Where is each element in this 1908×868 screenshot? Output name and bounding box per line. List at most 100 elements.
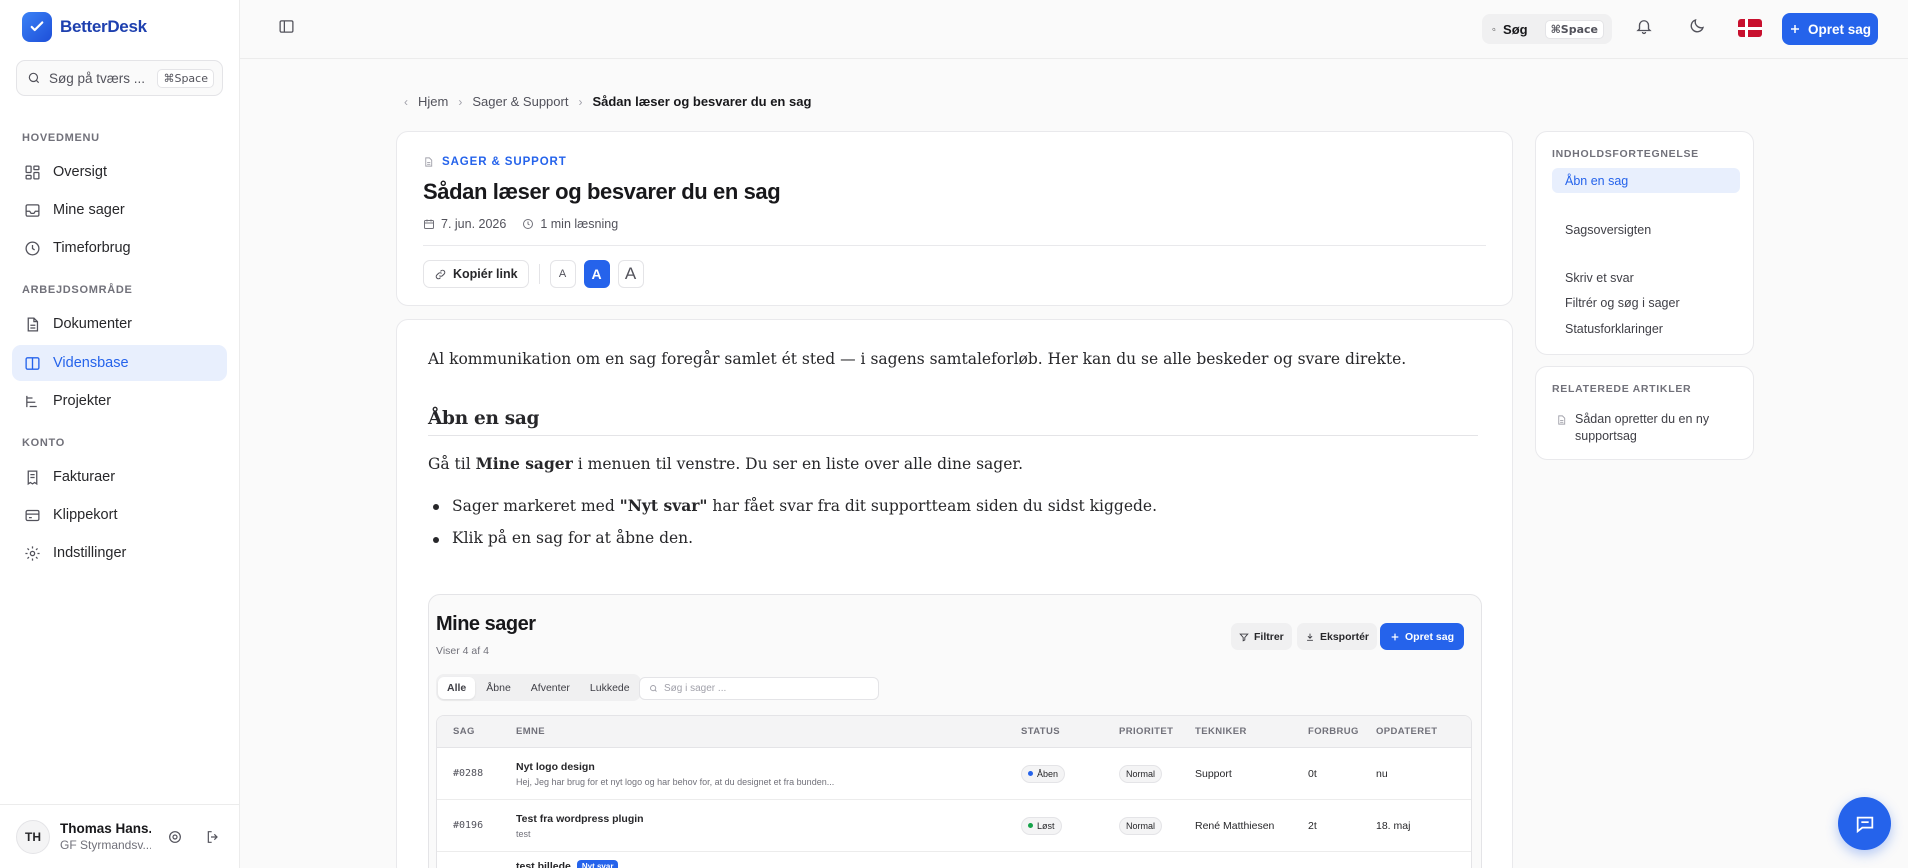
top-search-shortcut: ⌘Space	[1544, 19, 1604, 39]
list-text: Sager markeret med	[452, 497, 620, 515]
font-size-medium-button[interactable]: A	[583, 260, 610, 288]
status-badge: Løst	[1021, 816, 1062, 835]
sidebar-item-projekter[interactable]: Projekter	[12, 383, 227, 419]
embedded-export-label: Eksportér	[1320, 630, 1370, 643]
article-read-time: 1 min læsning	[540, 217, 619, 231]
sidebar-item-label: Timeforbrug	[53, 240, 131, 256]
logout-button[interactable]	[199, 823, 227, 851]
toc-item[interactable]: Åbn en sag	[1552, 168, 1740, 193]
font-size-small-button[interactable]: A	[549, 260, 576, 288]
calendar-icon	[424, 219, 434, 229]
column-header: PRIORITET	[1119, 726, 1174, 737]
sidebar: BetterDesk Søg på tværs ... ⌘Space HOVED…	[0, 0, 240, 868]
paragraph-text: i menuen til venstre. Du ser en liste ov…	[572, 455, 1023, 473]
sidebar-item-mine-sager[interactable]: Mine sager	[12, 192, 227, 228]
danish-flag-icon[interactable]	[1738, 19, 1762, 37]
search-shortcut: ⌘Space	[157, 68, 214, 88]
article-category-label: SAGER & SUPPORT	[442, 156, 567, 168]
toc-item[interactable]: Sagsoversigten	[1552, 217, 1740, 242]
breadcrumb-current: Sådan læser og besvarer du en sag	[592, 94, 812, 109]
theme-toggle-button[interactable]	[1688, 17, 1706, 40]
table-row: #0288 Nyt logo design Hej, Jeg har brug …	[437, 748, 1471, 800]
top-search-button[interactable]: Søg ⌘Space	[1482, 14, 1612, 44]
column-header: FORBRUG	[1308, 726, 1359, 737]
case-subject: test billede	[516, 859, 571, 868]
notifications-button[interactable]	[1635, 17, 1653, 40]
case-subject: Nyt logo design	[516, 760, 595, 773]
embedded-create-button: Opret sag	[1380, 623, 1465, 650]
create-case-button[interactable]: Opret sag	[1782, 13, 1878, 45]
brand-name: BetterDesk	[60, 17, 147, 36]
download-icon	[1307, 633, 1313, 641]
search-placeholder: Søg på tværs ...	[49, 70, 146, 86]
breadcrumb-section[interactable]: Sager & Support	[472, 94, 568, 109]
sidebar-item-label: Vidensbase	[53, 355, 129, 371]
embedded-tab: Afventer	[530, 681, 570, 694]
brand[interactable]: BetterDesk	[22, 12, 147, 42]
book-icon	[25, 356, 40, 370]
card-icon	[25, 509, 40, 521]
article-paragraph: Gå til Mine sager i menuen til venstre. …	[428, 454, 1478, 473]
link-icon	[435, 269, 446, 279]
sidebar-item-indstillinger[interactable]: Indstillinger	[12, 535, 227, 571]
sidebar-item-dokumenter[interactable]: Dokumenter	[12, 306, 227, 342]
article-header-card: SAGER & SUPPORT Sådan læser og besvarer …	[396, 131, 1513, 306]
invoice-icon	[27, 469, 38, 485]
gear-icon	[25, 545, 40, 561]
column-header: STATUS	[1021, 726, 1060, 737]
related-article-title: Sådan opretter du en ny supportsag	[1575, 412, 1710, 443]
embedded-search-placeholder: Søg i sager ...	[664, 683, 727, 694]
search-icon	[650, 685, 657, 692]
clock-icon	[25, 240, 40, 256]
toc-item[interactable]: Statusforklaringer	[1552, 316, 1740, 341]
sidebar-item-vidensbase[interactable]: Vidensbase	[12, 345, 227, 381]
sidebar-item-fakturaer[interactable]: Fakturaer	[12, 459, 227, 495]
copy-link-button[interactable]: Kopiér link	[423, 260, 529, 288]
plus-icon	[1790, 25, 1799, 33]
article-body: Al kommunikation om en sag foregår samle…	[396, 319, 1513, 868]
search-icon	[28, 72, 40, 84]
user-profile: TH Thomas Hans... GF Styrmandsv...	[0, 804, 239, 868]
document-icon	[1558, 415, 1566, 425]
copy-link-label: Kopiér link	[453, 267, 518, 281]
projects-icon	[26, 395, 37, 407]
embedded-tab: Alle	[438, 676, 476, 699]
topbar: Søg ⌘Space Opret sag	[240, 0, 1908, 59]
back-chevron-icon[interactable]: ‹	[404, 95, 408, 109]
toggle-sidebar-button[interactable]	[278, 18, 295, 40]
related-article-link[interactable]: Sådan opretter du en ny supportsag	[1556, 411, 1736, 445]
related-articles: RELATEREDE ARTIKLER Sådan opretter du en…	[1535, 366, 1754, 460]
dashboard-icon	[25, 164, 40, 180]
usage: 0t	[1308, 767, 1317, 780]
sidebar-item-timeforbrug[interactable]: Timeforbrug	[12, 230, 227, 266]
updated: nu	[1376, 767, 1388, 780]
sidebar-item-label: Fakturaer	[53, 469, 116, 485]
toc-item[interactable]: Skriv et svar	[1552, 265, 1740, 290]
sidebar-item-label: Projekter	[53, 393, 112, 409]
global-search-input[interactable]: Søg på tværs ... ⌘Space	[16, 60, 223, 96]
divider	[423, 245, 1486, 246]
embedded-export-button: Eksportér	[1297, 623, 1378, 650]
embedded-title: Mine sager	[436, 613, 536, 635]
page-title: Sådan læser og besvarer du en sag	[423, 179, 781, 204]
bullet-list: Sager markeret med "Nyt svar" har fået s…	[428, 496, 1478, 561]
divider	[538, 264, 540, 284]
case-subject-cell: Nyt logo design Hej, Jeg har brug for et…	[516, 761, 1021, 787]
case-preview: test	[516, 828, 531, 839]
breadcrumb: ‹ Hjem › Sager & Support › Sådan læser o…	[404, 94, 811, 109]
column-header: SAG	[453, 726, 475, 737]
user-settings-button[interactable]	[161, 823, 189, 851]
article-category[interactable]: SAGER & SUPPORT	[423, 156, 567, 168]
sidebar-item-oversigt[interactable]: Oversigt	[12, 154, 227, 190]
font-size-large-button[interactable]: A	[617, 260, 644, 288]
list-text: har fået svar fra dit supportteam siden …	[707, 497, 1158, 515]
embedded-subtitle: Viser 4 af 4	[436, 645, 489, 657]
breadcrumb-home[interactable]: Hjem	[418, 94, 448, 109]
embedded-table: SAG EMNE STATUS PRIORITET TEKNIKER FORBR…	[436, 715, 1472, 868]
section-label-workspace: ARBEJDSOMRÅDE	[22, 284, 133, 296]
toc-item[interactable]: Filtrér og søg i sager	[1552, 290, 1740, 315]
chat-button[interactable]	[1838, 797, 1891, 850]
avatar[interactable]: TH	[16, 819, 50, 854]
sidebar-item-klippekort[interactable]: Klippekort	[12, 497, 227, 533]
case-id: #0288	[453, 768, 484, 779]
